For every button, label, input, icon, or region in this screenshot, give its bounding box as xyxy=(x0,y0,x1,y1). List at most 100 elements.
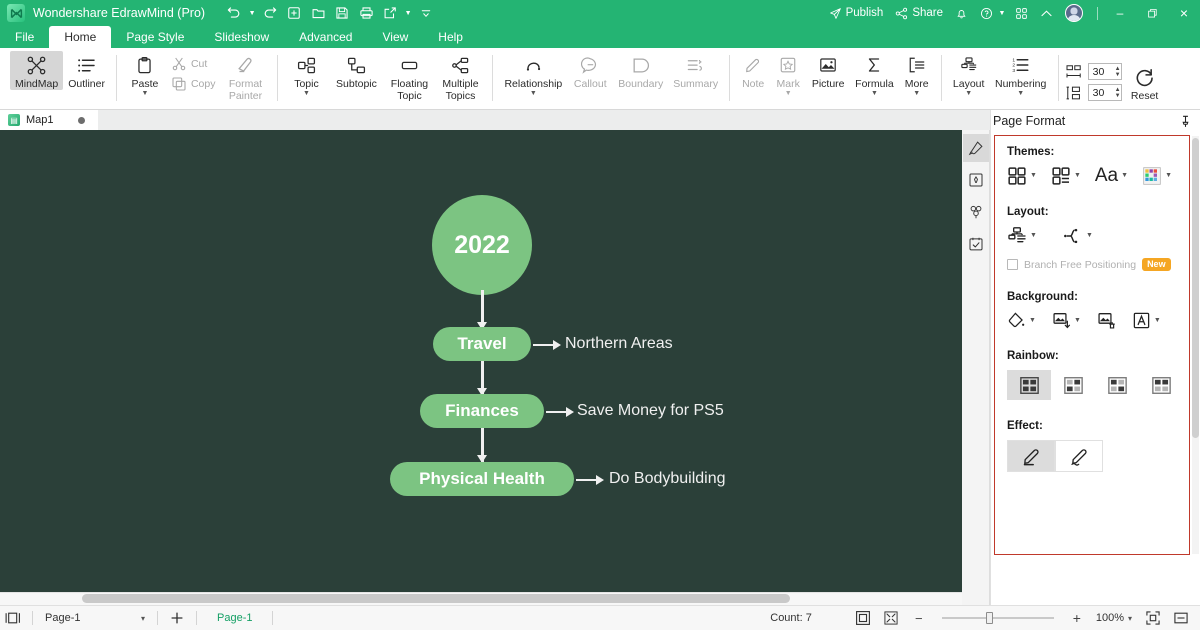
menu-item-slideshow[interactable]: Slideshow xyxy=(199,26,284,48)
callout-button[interactable]: Callout xyxy=(567,51,613,90)
avatar[interactable] xyxy=(1065,4,1083,22)
menu-item-advanced[interactable]: Advanced xyxy=(284,26,367,48)
collapse-panel-button[interactable] xyxy=(1168,606,1194,630)
apps-grid-button[interactable] xyxy=(1009,0,1034,26)
numbering-button[interactable]: 123 Numbering ▼ xyxy=(990,51,1052,97)
menu-item-file[interactable]: File xyxy=(0,26,49,48)
background-remove-button[interactable] xyxy=(1097,311,1116,330)
publish-button[interactable]: Publish xyxy=(823,0,890,26)
notification-bell-button[interactable] xyxy=(949,0,974,26)
background-image-caret-icon[interactable]: ▼ xyxy=(1074,317,1081,324)
mindmap-root-node[interactable]: 2022 xyxy=(432,195,532,295)
zoom-out-button[interactable]: − xyxy=(906,606,932,630)
rainbow-style-4-button[interactable] xyxy=(1139,370,1183,400)
panel-scrollbar-thumb[interactable] xyxy=(1192,138,1199,438)
layout-branch-button[interactable]: ▼ xyxy=(1063,226,1093,246)
collapse-ribbon-button[interactable] xyxy=(1034,0,1059,26)
document-tab-map1[interactable]: ▤ Map1 xyxy=(0,110,98,130)
more-dropdown-caret-icon[interactable]: ▼ xyxy=(913,90,920,97)
multiple-topics-button[interactable]: Multiple Topics xyxy=(434,51,486,102)
picture-button[interactable]: Picture xyxy=(806,51,850,90)
open-folder-icon[interactable] xyxy=(307,3,329,23)
theme-layout-button[interactable]: ▼ xyxy=(1051,166,1081,186)
pin-icon[interactable] xyxy=(1179,115,1192,128)
mindmap-topic-travel[interactable]: Travel xyxy=(433,327,531,361)
share-button[interactable]: Share xyxy=(889,0,949,26)
effect-sketch-button[interactable] xyxy=(1055,440,1103,472)
mindmap-button[interactable]: MindMap xyxy=(10,51,64,90)
new-file-icon[interactable] xyxy=(283,3,305,23)
rainbow-style-3-button[interactable] xyxy=(1095,370,1139,400)
canvas-horizontal-scrollbar-thumb[interactable] xyxy=(82,594,790,603)
horizontal-spacing-stepper[interactable]: ▲ ▼ xyxy=(1115,66,1124,78)
help-dropdown-caret-icon[interactable]: ▼ xyxy=(997,3,1007,23)
cut-button[interactable]: Cut xyxy=(167,55,220,73)
more-chevron-icon[interactable] xyxy=(415,3,437,23)
zoom-in-button[interactable]: + xyxy=(1064,606,1090,630)
relationship-button[interactable]: Relationship ▼ xyxy=(499,51,567,97)
printer-icon[interactable] xyxy=(355,3,377,23)
theme-layout-caret-icon[interactable]: ▼ xyxy=(1074,172,1081,179)
page-view-button[interactable] xyxy=(0,606,26,630)
theme-color-button[interactable]: ▼ xyxy=(1142,166,1172,186)
theme-color-caret-icon[interactable]: ▼ xyxy=(1165,172,1172,179)
menu-item-view[interactable]: View xyxy=(367,26,423,48)
format-painter-button[interactable]: Format Painter xyxy=(219,51,271,102)
mindmap-topic-physical-health[interactable]: Physical Health xyxy=(390,462,574,496)
branch-free-positioning-row[interactable]: Branch Free Positioning New xyxy=(1007,258,1189,271)
redo-icon[interactable] xyxy=(259,3,281,23)
mark-dropdown-caret-icon[interactable]: ▼ xyxy=(785,90,792,97)
save-disk-icon[interactable] xyxy=(331,3,353,23)
help-button[interactable]: ▼ xyxy=(974,0,1009,26)
background-watermark-button[interactable]: ▼ xyxy=(1132,311,1161,330)
mark-button[interactable]: Mark ▼ xyxy=(770,51,806,97)
fit-page-button[interactable] xyxy=(850,606,876,630)
menu-item-home[interactable]: Home xyxy=(49,26,112,48)
formula-button[interactable]: Formula ▼ xyxy=(850,51,899,97)
copy-button[interactable]: Copy xyxy=(167,75,220,93)
rail-clipart-button[interactable] xyxy=(963,198,989,226)
active-page-chip[interactable]: Page-1 xyxy=(203,612,266,624)
effect-straight-button[interactable] xyxy=(1007,440,1055,472)
add-page-button[interactable] xyxy=(164,606,190,630)
topic-button[interactable]: Topic ▼ xyxy=(284,51,328,97)
subtopic-button[interactable]: Subtopic xyxy=(328,51,384,90)
zoom-level-label[interactable]: 100% xyxy=(1096,612,1124,624)
floating-topic-button[interactable]: Floating Topic xyxy=(384,51,434,102)
mindmap-leaf-northern-areas[interactable]: Northern Areas xyxy=(565,335,673,353)
rail-style-brush-button[interactable] xyxy=(962,134,989,162)
close-button[interactable]: × xyxy=(1168,0,1200,26)
rainbow-style-1-button[interactable] xyxy=(1007,370,1051,400)
menu-item-help[interactable]: Help xyxy=(423,26,478,48)
maximize-button[interactable] xyxy=(1136,0,1168,26)
rail-shape-button[interactable] xyxy=(963,166,989,194)
background-fill-caret-icon[interactable]: ▼ xyxy=(1029,317,1036,324)
minimize-button[interactable]: – xyxy=(1104,0,1136,26)
layout-org-button[interactable]: ▼ xyxy=(1007,226,1037,246)
layout-branch-caret-icon[interactable]: ▼ xyxy=(1086,232,1093,239)
focus-mode-button[interactable] xyxy=(1140,606,1166,630)
rainbow-style-2-button[interactable] xyxy=(1051,370,1095,400)
menu-item-page-style[interactable]: Page Style xyxy=(111,26,199,48)
more-button[interactable]: More ▼ xyxy=(899,51,935,97)
theme-style-caret-icon[interactable]: ▼ xyxy=(1030,172,1037,179)
page-select-dropdown[interactable]: Page-1 ▾ xyxy=(39,612,151,624)
background-image-button[interactable]: ▼ xyxy=(1052,311,1081,330)
theme-font-caret-icon[interactable]: ▼ xyxy=(1121,172,1128,179)
rail-task-button[interactable] xyxy=(963,230,989,258)
mindmap-canvas[interactable]: 2022 Travel Northern Areas Finances Save… xyxy=(0,130,962,592)
paste-dropdown-caret-icon[interactable]: ▼ xyxy=(141,90,148,97)
theme-style-button[interactable]: ▼ xyxy=(1007,166,1037,186)
relationship-dropdown-caret-icon[interactable]: ▼ xyxy=(530,90,537,97)
page-select-caret-icon[interactable]: ▾ xyxy=(141,614,145,623)
paste-button[interactable]: Paste ▼ xyxy=(123,51,167,97)
zoom-dropdown-caret-icon[interactable]: ▾ xyxy=(1128,614,1132,623)
topic-dropdown-caret-icon[interactable]: ▼ xyxy=(303,90,310,97)
mindmap-leaf-save-money[interactable]: Save Money for PS5 xyxy=(577,402,724,420)
zoom-slider[interactable] xyxy=(941,612,1054,624)
zoom-slider-thumb[interactable] xyxy=(985,612,993,624)
background-watermark-caret-icon[interactable]: ▼ xyxy=(1154,317,1161,324)
background-fill-button[interactable]: ▼ xyxy=(1007,311,1036,330)
layout-dropdown-caret-icon[interactable]: ▼ xyxy=(965,90,972,97)
reset-button[interactable]: Reset xyxy=(1124,58,1166,102)
